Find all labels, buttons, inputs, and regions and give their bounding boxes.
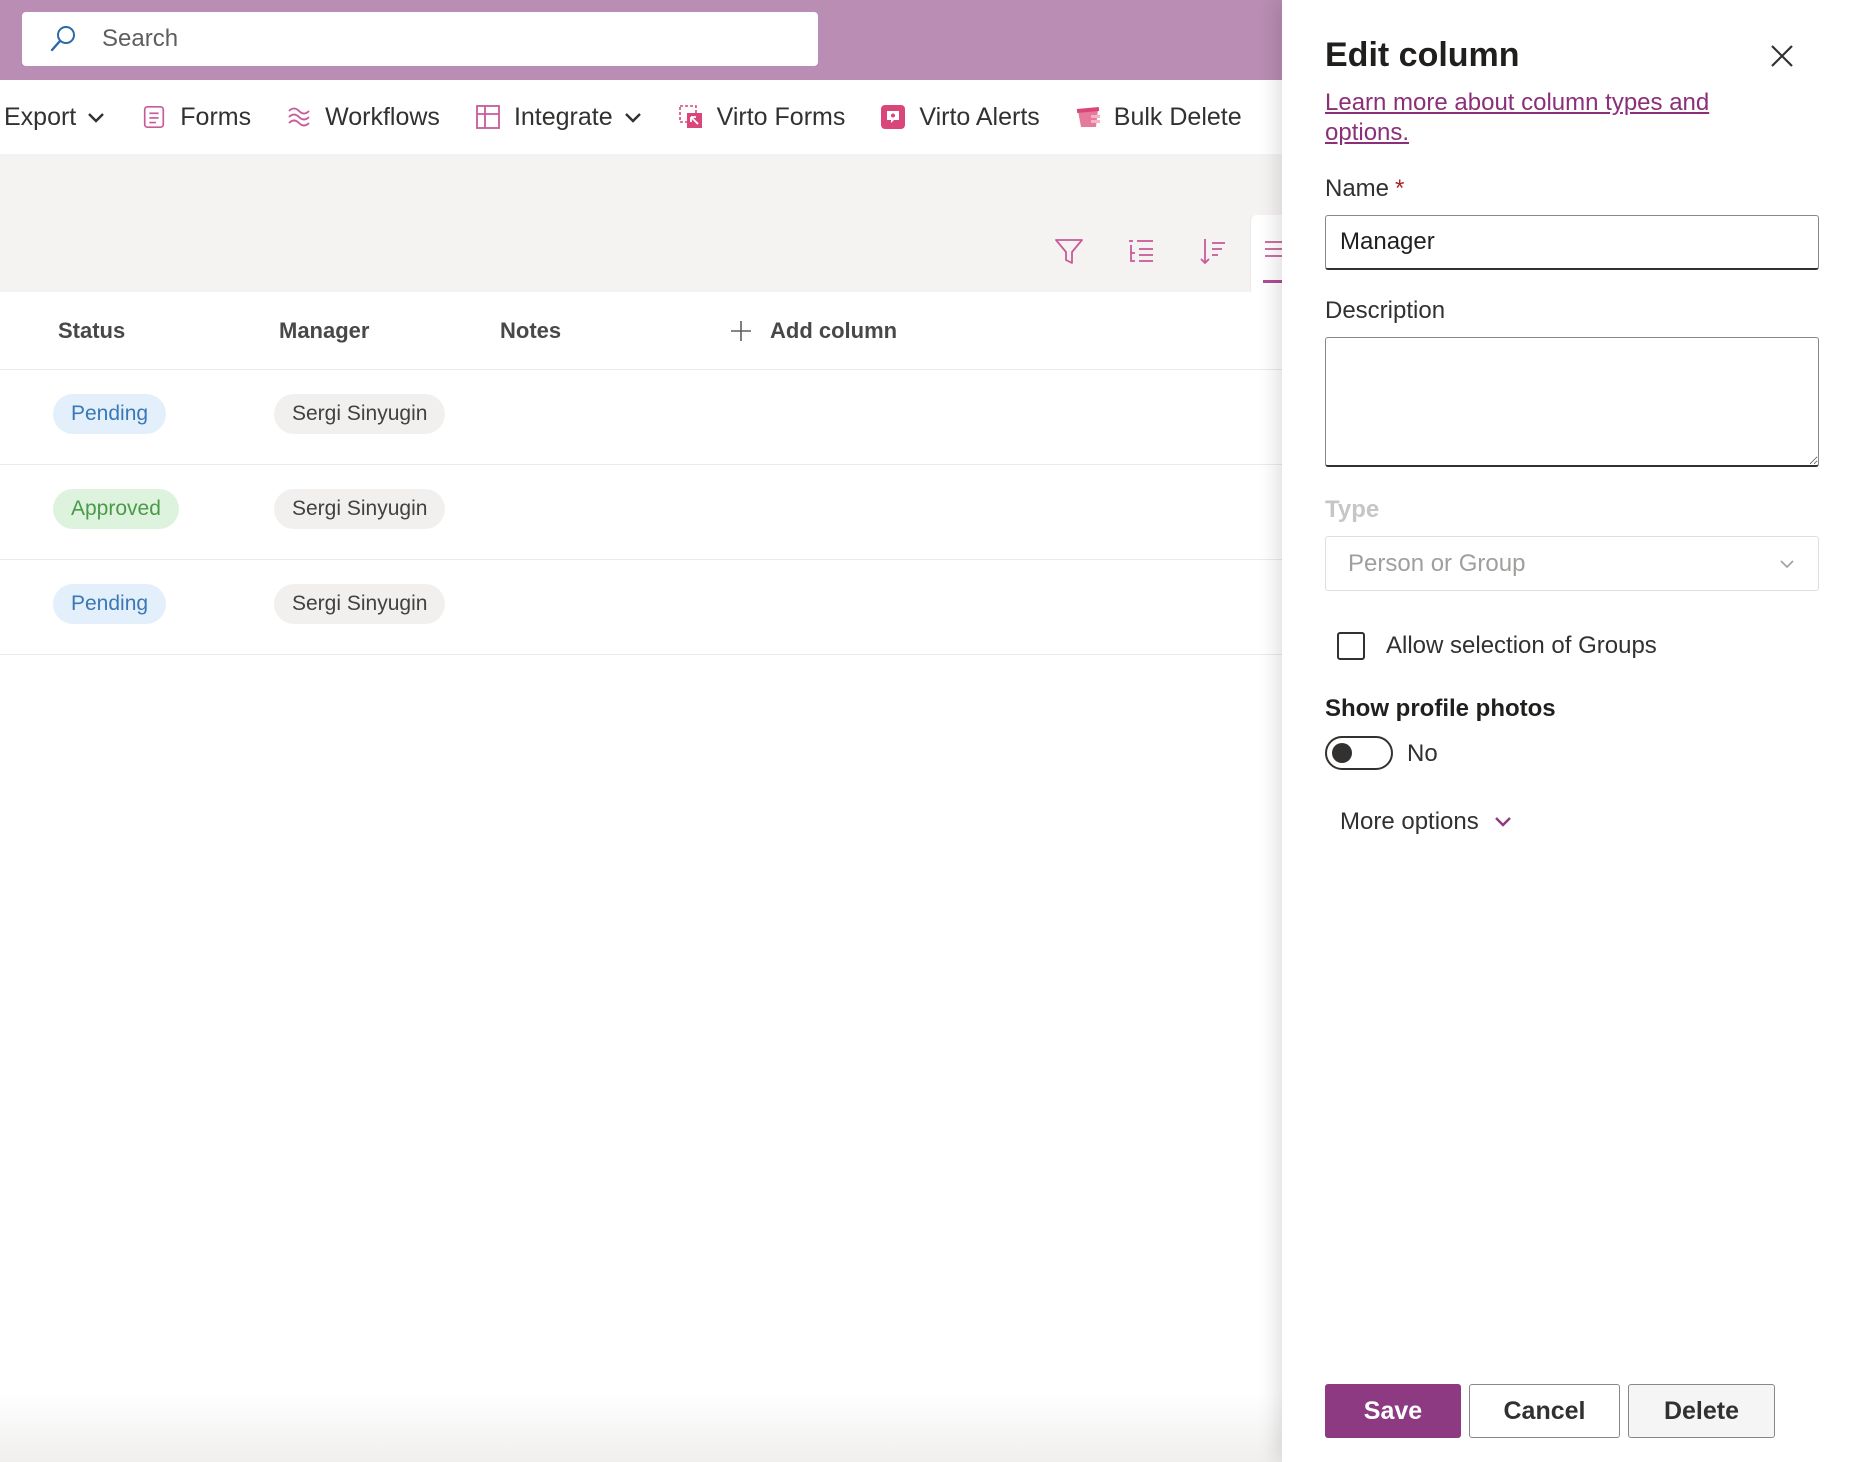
top-bar bbox=[0, 0, 1282, 80]
view-bar bbox=[0, 154, 1282, 292]
forms-icon bbox=[140, 103, 168, 131]
manager-persona[interactable]: Sergi Sinyugin bbox=[274, 489, 446, 529]
allow-groups-checkbox[interactable]: Allow selection of Groups bbox=[1337, 632, 1657, 660]
chevron-down-icon bbox=[88, 113, 105, 123]
bottom-shadow bbox=[0, 1392, 1282, 1462]
bulk-delete-icon bbox=[1074, 103, 1102, 131]
bulk-delete-command[interactable]: Bulk Delete bbox=[1074, 103, 1242, 132]
show-photos-label: Show profile photos bbox=[1325, 695, 1556, 722]
table-row[interactable]: Approved Sergi Sinyugin bbox=[0, 465, 1282, 560]
description-label: Description bbox=[1325, 297, 1446, 324]
manager-persona[interactable]: Sergi Sinyugin bbox=[274, 584, 446, 624]
toolbar-label-integrate: Integrate bbox=[513, 102, 613, 131]
checkbox[interactable] bbox=[1337, 632, 1365, 660]
workflows-icon bbox=[285, 103, 313, 131]
toolbar-label-bulk-delete: Bulk Delete bbox=[1113, 102, 1242, 131]
table-row[interactable]: Pending Sergi Sinyugin bbox=[0, 370, 1282, 465]
panel-title: Edit column bbox=[1325, 36, 1520, 74]
list-table: Status Manager Notes Add column Pending … bbox=[0, 292, 1282, 655]
status-badge: Pending bbox=[53, 394, 167, 434]
cancel-button[interactable]: Cancel bbox=[1469, 1384, 1620, 1438]
toolbar-label-forms: Forms bbox=[180, 102, 252, 131]
virto-forms-icon bbox=[677, 103, 705, 131]
table-header: Status Manager Notes Add column bbox=[0, 292, 1282, 370]
table-row[interactable]: Pending Sergi Sinyugin bbox=[0, 560, 1282, 655]
toolbar-label-virto-alerts: Virto Alerts bbox=[919, 102, 1040, 131]
export-command[interactable]: Export bbox=[4, 103, 106, 132]
delete-button[interactable]: Delete bbox=[1628, 1384, 1775, 1438]
integrate-command[interactable]: Integrate bbox=[474, 103, 643, 132]
save-button[interactable]: Save bbox=[1325, 1384, 1461, 1438]
toolbar-label-virto-forms: Virto Forms bbox=[716, 102, 846, 131]
search-input[interactable] bbox=[102, 25, 752, 53]
virto-alerts-command[interactable]: Virto Alerts bbox=[879, 102, 1040, 132]
name-label: Name * bbox=[1325, 175, 1404, 203]
type-dropdown: Person or Group bbox=[1325, 536, 1819, 591]
show-photos-toggle[interactable] bbox=[1325, 736, 1393, 770]
name-label-text: Name bbox=[1325, 175, 1390, 202]
description-field[interactable] bbox=[1325, 337, 1819, 467]
filter-icon[interactable] bbox=[1053, 235, 1085, 267]
more-options-button[interactable]: More options bbox=[1340, 808, 1513, 836]
close-icon[interactable] bbox=[1766, 40, 1798, 72]
integrate-icon bbox=[474, 103, 502, 131]
toolbar-label-export: Export bbox=[4, 102, 77, 131]
group-icon[interactable] bbox=[1125, 235, 1157, 267]
add-column-label: Add column bbox=[770, 318, 898, 343]
toolbar-label-workflows: Workflows bbox=[325, 102, 440, 131]
search-icon bbox=[50, 26, 75, 52]
more-options-label: More options bbox=[1340, 808, 1479, 835]
virto-forms-command[interactable]: Virto Forms bbox=[677, 102, 846, 132]
sort-icon[interactable] bbox=[1197, 235, 1229, 267]
show-photos-value: No bbox=[1407, 740, 1438, 767]
search-box[interactable] bbox=[22, 12, 818, 66]
toggle-knob bbox=[1332, 743, 1352, 763]
add-column-button[interactable]: Add column bbox=[730, 318, 897, 344]
command-bar: Export Forms Workflows Integrate Virto F… bbox=[0, 80, 1282, 154]
column-header-status[interactable]: Status bbox=[58, 318, 125, 344]
learn-more-link[interactable]: Learn more about column types and option… bbox=[1325, 88, 1745, 148]
column-header-manager[interactable]: Manager bbox=[279, 318, 369, 344]
type-value: Person or Group bbox=[1348, 549, 1526, 577]
chevron-down-icon bbox=[1780, 559, 1794, 568]
forms-command[interactable]: Forms bbox=[140, 103, 251, 132]
chevron-down-icon bbox=[624, 113, 641, 123]
status-badge: Approved bbox=[53, 489, 179, 529]
required-mark: * bbox=[1395, 175, 1405, 202]
chevron-down-icon bbox=[1494, 817, 1511, 827]
column-header-notes[interactable]: Notes bbox=[500, 318, 561, 344]
type-label: Type bbox=[1325, 496, 1380, 523]
allow-groups-label: Allow selection of Groups bbox=[1386, 632, 1657, 659]
plus-icon bbox=[731, 321, 751, 341]
virto-alerts-icon bbox=[879, 103, 907, 131]
manager-persona[interactable]: Sergi Sinyugin bbox=[274, 394, 446, 434]
main-area: Export Forms Workflows Integrate bbox=[0, 0, 1290, 1462]
edit-column-panel: Edit column Learn more about column type… bbox=[1282, 0, 1852, 1462]
view-tab-indicator bbox=[1263, 280, 1283, 283]
status-badge: Pending bbox=[53, 584, 167, 624]
name-field[interactable] bbox=[1325, 215, 1819, 270]
workflows-command[interactable]: Workflows bbox=[285, 103, 440, 132]
